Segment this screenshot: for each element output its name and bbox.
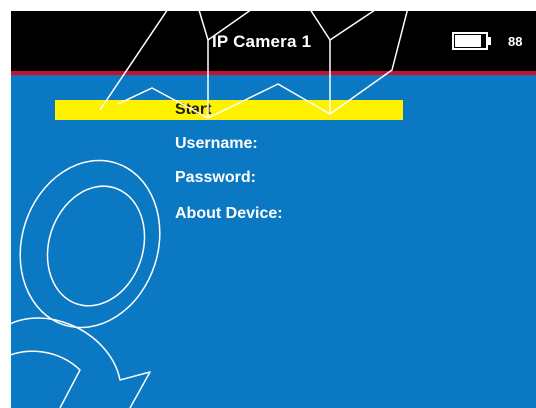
menu-item-start[interactable]: Start [55, 100, 403, 120]
battery-percentage: 88 [508, 34, 523, 49]
title-bar: IP Camera 1 88 [11, 11, 536, 71]
menu-item-label: Start [175, 101, 212, 118]
menu-item-label: Password: [175, 169, 256, 186]
menu-item-password[interactable]: Password: [55, 168, 403, 188]
device-screen: IP Camera 1 88 Start Username: Password:… [11, 11, 536, 408]
menu-item-label: Username: [175, 135, 258, 152]
menu-item-about-device[interactable]: About Device: [55, 204, 403, 224]
battery-fill [455, 35, 481, 47]
battery-icon [452, 32, 492, 52]
screen-title: IP Camera 1 [212, 32, 312, 51]
header-divider [11, 71, 536, 75]
menu-item-username[interactable]: Username: [55, 134, 403, 154]
menu-item-label: About Device: [175, 205, 283, 222]
battery-terminal [488, 37, 491, 45]
